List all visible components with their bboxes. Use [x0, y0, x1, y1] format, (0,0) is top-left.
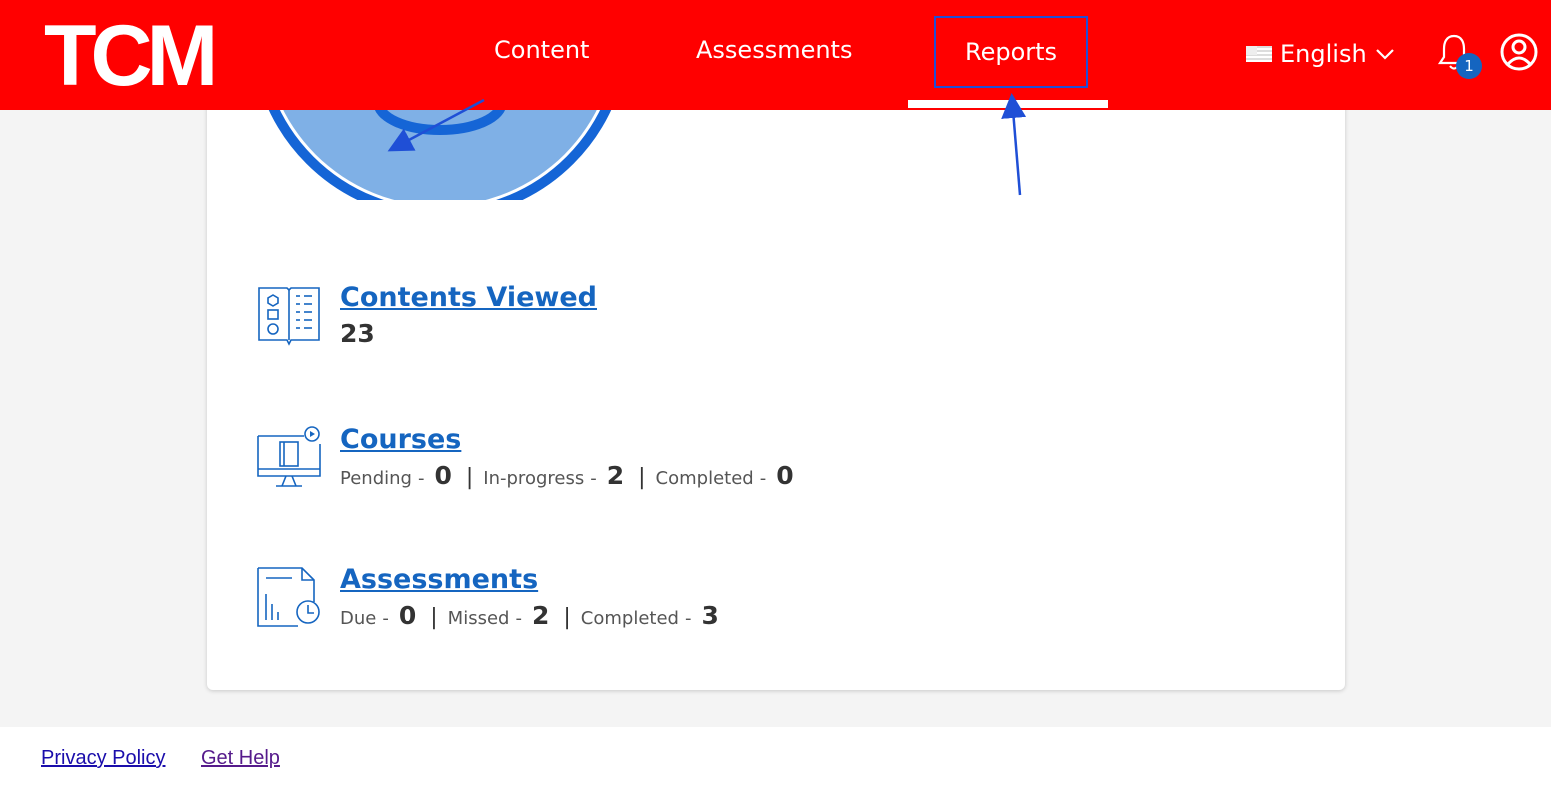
- courses-pending-count: 0: [434, 461, 452, 490]
- user-account-icon[interactable]: [1499, 32, 1539, 72]
- courses-pending-label: Pending: [340, 468, 412, 489]
- privacy-policy-link[interactable]: Privacy Policy: [41, 747, 165, 770]
- courses-completed-label: Completed: [655, 468, 754, 489]
- contents-viewed-count: 23: [340, 319, 375, 348]
- monitor-book-icon: [257, 426, 321, 487]
- active-nav-indicator: [908, 100, 1108, 108]
- assessments-completed-label: Completed: [580, 608, 679, 629]
- language-label: English: [1280, 40, 1367, 68]
- assessments-breakdown: Due -0 | Missed -2 | Completed -3: [340, 601, 719, 630]
- assessments-link[interactable]: Assessments: [340, 564, 538, 596]
- nav-assessments[interactable]: Assessments: [696, 30, 852, 70]
- stat-assessments: Assessments Due -0 | Missed -2 | Completed -3: [256, 564, 723, 639]
- assessments-due-label: Due: [340, 608, 377, 629]
- tcm-logo[interactable]: TCM: [44, 6, 218, 106]
- stat-contents-viewed: Contents Viewed 23: [256, 282, 597, 354]
- nav-content[interactable]: Content: [494, 30, 589, 70]
- courses-inprogress-label: In-progress: [483, 468, 585, 489]
- page-footer: Privacy Policy Get Help: [0, 727, 1551, 802]
- courses-completed-count: 0: [776, 461, 794, 490]
- courses-text: Courses Pending -0 | In-progress -2 | Complete…: [340, 424, 798, 499]
- courses-inprogress-count: 2: [606, 461, 625, 490]
- open-book-icon: [258, 287, 320, 346]
- contents-viewed-link[interactable]: Contents Viewed: [340, 282, 597, 314]
- chevron-down-icon: [1375, 49, 1394, 60]
- assessments-text: Assessments Due -0 | Missed -2 | Completed -3: [340, 564, 723, 639]
- top-navbar: TCM Content Assessments Reports English …: [0, 0, 1551, 110]
- courses-breakdown: Pending -0 | In-progress -2 | Completed -0: [340, 461, 794, 490]
- assessments-completed-count: 3: [701, 601, 719, 630]
- language-selector[interactable]: English: [1246, 36, 1395, 72]
- stat-courses: Courses Pending -0 | In-progress -2 | Complete…: [256, 424, 798, 499]
- assessments-due-count: 0: [398, 601, 417, 630]
- assessments-missed-label: Missed: [447, 608, 510, 629]
- contents-viewed-text: Contents Viewed 23: [340, 282, 597, 354]
- report-clock-icon: [257, 567, 320, 627]
- assessments-missed-count: 2: [531, 601, 550, 630]
- notification-badge: 1: [1456, 53, 1482, 79]
- us-flag-icon: [1246, 46, 1272, 62]
- courses-link[interactable]: Courses: [340, 424, 461, 456]
- nav-reports[interactable]: Reports: [934, 16, 1088, 88]
- get-help-link[interactable]: Get Help: [201, 747, 280, 770]
